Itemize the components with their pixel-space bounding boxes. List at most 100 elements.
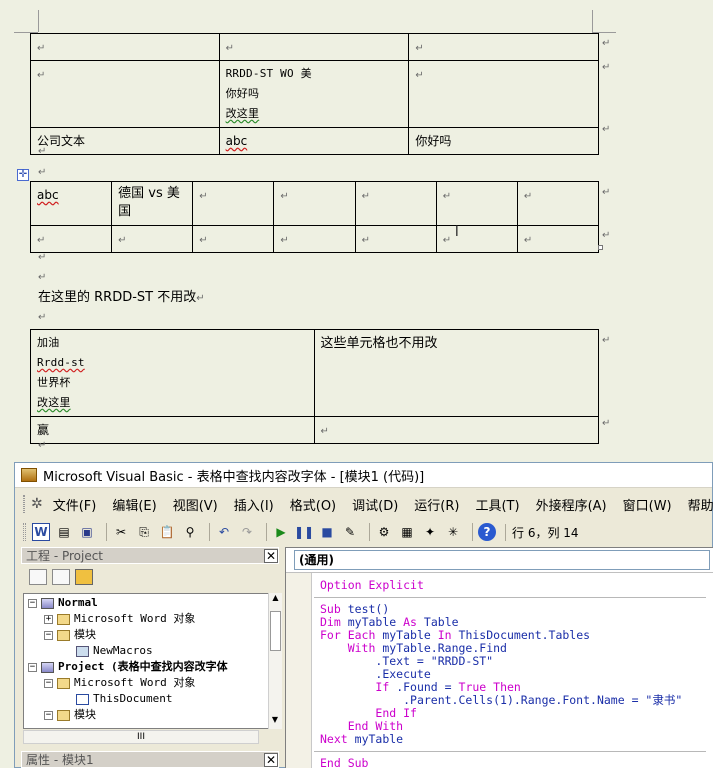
menu-run[interactable]: 运行(R) [414,495,459,514]
folder-icon [57,613,70,625]
properties-window-icon[interactable]: ▦ [398,523,416,541]
menu-format[interactable]: 格式(O) [290,495,336,514]
tree-node-modules-2[interactable]: − 模块 [44,707,96,723]
menu-bar: ✲ 文件(F) 编辑(E) 视图(V) 插入(I) 格式(O) 调试(D) 运行… [23,491,713,517]
menu-tools[interactable]: 工具(T) [475,495,519,514]
crop-mark [38,10,39,32]
properties-pane-header: 属性 - 模块1 ✕ [21,751,279,768]
crop-mark [592,10,593,32]
project-icon [41,597,54,609]
tree-node-modules[interactable]: − 模块 [44,627,96,643]
tree-node-normal[interactable]: − Normal [28,595,98,611]
vba-editor-window[interactable]: Microsoft Visual Basic - 表格中查找内容改字体 - [模… [14,462,713,768]
toolbar-grip[interactable] [23,523,26,541]
design-mode-icon[interactable]: ✎ [341,523,359,541]
help-icon[interactable]: ? [478,523,496,541]
tree-horizontal-scrollbar[interactable]: III [23,730,259,744]
word-view-icon[interactable]: W [32,523,50,541]
break-icon[interactable]: ❚❚ [294,523,314,541]
toggle-folders-icon[interactable] [75,569,93,585]
object-dropdown[interactable]: (通用) [294,550,710,570]
object-browser-icon[interactable]: ✦ [421,523,439,541]
cursor-position-status: 行 6，列 14 [505,523,579,541]
word-table-3[interactable]: 加油 Rrdd-st 世界杯 改这里 这些单元格也不用改 赢 ↵ [30,329,600,444]
standard-toolbar: W ▤ ▣ ✂ ⎘ 📋 ⚲ ↶ ↷ ▶ ❚❚ ■ ✎ ⚙ ▦ ✦ ✳ ? 行 6… [23,519,713,545]
scroll-down-icon[interactable]: ▼ [269,715,281,729]
redo-icon[interactable]: ↷ [238,523,256,541]
toolbar-grip[interactable] [23,495,25,513]
collapse-icon[interactable]: − [28,662,37,672]
cell-text: 赢 [37,423,50,437]
collapse-icon[interactable]: − [28,598,37,608]
code-text[interactable]: Option Explicit Sub test() Dim myTable A… [314,579,706,768]
expand-icon[interactable]: + [44,614,53,624]
cell-text: 你好吗 [415,134,452,148]
properties-pane-title: 属性 - 模块1 [26,753,94,767]
tree-node-thisdocument[interactable]: ThisDocument [76,691,172,707]
code-editor[interactable]: Option Explicit Sub test() Dim myTable A… [286,572,713,768]
find-icon[interactable]: ⚲ [181,523,199,541]
margin-indicator-bar[interactable] [286,573,312,768]
vbe-menu-icon[interactable]: ✲ [31,496,43,512]
run-icon[interactable]: ▶ [272,523,290,541]
cut-icon[interactable]: ✂ [112,523,130,541]
close-icon[interactable]: ✕ [264,752,278,767]
word-document[interactable]: ↵ ↵ ↵ ↵ RRDD-ST WO 美 你好吗 改这里 ↵ 公司文本 abc … [0,0,713,462]
window-titlebar[interactable]: Microsoft Visual Basic - 表格中查找内容改字体 - [模… [15,463,712,488]
copy-icon[interactable]: ⎘ [135,523,153,541]
project-pane-toolbar [21,564,279,590]
module-icon [76,645,89,657]
reset-icon[interactable]: ■ [318,523,336,541]
cell-text: 加油 [37,336,60,349]
menu-debug[interactable]: 调试(D) [352,495,398,514]
vba-app-icon [21,468,37,482]
view-code-icon[interactable] [29,569,47,585]
table-move-handle-icon[interactable]: ✛ [17,169,29,181]
insert-module-icon[interactable]: ▤ [55,523,73,541]
project-icon [41,661,54,673]
project-pane-header: 工程 - Project ✕ [21,547,279,564]
tree-node-word-objects-2[interactable]: − Microsoft Word 对象 [44,675,195,691]
collapse-icon[interactable]: − [44,710,53,720]
properties-pane: 属性 - 模块1 ✕ [21,751,279,768]
tree-node-word-objects[interactable]: + Microsoft Word 对象 [44,611,195,627]
view-object-icon[interactable] [52,569,70,585]
code-window[interactable]: (通用) Option Explicit Sub test() Dim myTa… [285,547,713,768]
menu-view[interactable]: 视图(V) [173,495,218,514]
collapse-icon[interactable]: − [44,630,53,640]
project-tree[interactable]: − Normal + Microsoft Word 对象 − 模块 NewMacros… [23,593,279,729]
tree-node-newmacros[interactable]: NewMacros [76,643,153,659]
save-icon[interactable]: ▣ [78,523,96,541]
menu-file[interactable]: 文件(F) [53,495,97,514]
scroll-up-icon[interactable]: ▲ [269,593,282,607]
menu-edit[interactable]: 编辑(E) [112,495,156,514]
tree-vertical-scrollbar[interactable]: ▲ ▼ [268,593,282,729]
toolbox-icon[interactable]: ✳ [444,523,462,541]
collapse-icon[interactable]: − [44,678,53,688]
word-table-2[interactable]: abc 德国 vs 美国 ↵ ↵ ↵ ↵ ↵ ↵ ↵ ↵ ↵ ↵ ↵ I ↵ [29,181,600,253]
word-table-1[interactable]: ↵ ↵ ↵ ↵ RRDD-ST WO 美 你好吗 改这里 ↵ 公司文本 abc … [30,33,599,155]
folder-icon [57,629,70,641]
cell-text: 德国 vs 美国 [118,186,180,219]
undo-icon[interactable]: ↶ [215,523,233,541]
scroll-thumb[interactable] [270,611,281,651]
menu-help[interactable]: 帮助(H) [688,495,713,514]
menu-addins[interactable]: 外接程序(A) [536,495,607,514]
cell-text: abc [37,188,59,202]
project-pane-title: 工程 - Project [26,549,104,563]
menu-insert[interactable]: 插入(I) [234,495,274,514]
project-explorer-pane: 工程 - Project ✕ − Normal + Microsoft Word 对… [21,547,282,767]
project-explorer-icon[interactable]: ⚙ [375,523,393,541]
document-paragraph: 在这里的 RRDD-ST 不用改↵ [38,290,205,305]
tree-node-project[interactable]: − Project (表格中查找内容改字体 [28,659,228,675]
menu-window[interactable]: 窗口(W) [623,495,672,514]
close-icon[interactable]: ✕ [264,548,278,563]
folder-icon [57,677,70,689]
paste-icon[interactable]: 📋 [158,523,176,541]
cell-text: 你好吗 [225,87,260,100]
cell-text: 这些单元格也不用改 [320,336,438,351]
document-icon [76,693,89,705]
cell-text: 改这里 [37,396,71,409]
text-cursor-icon: I [454,224,459,240]
table-resize-handle-icon[interactable] [598,245,603,250]
